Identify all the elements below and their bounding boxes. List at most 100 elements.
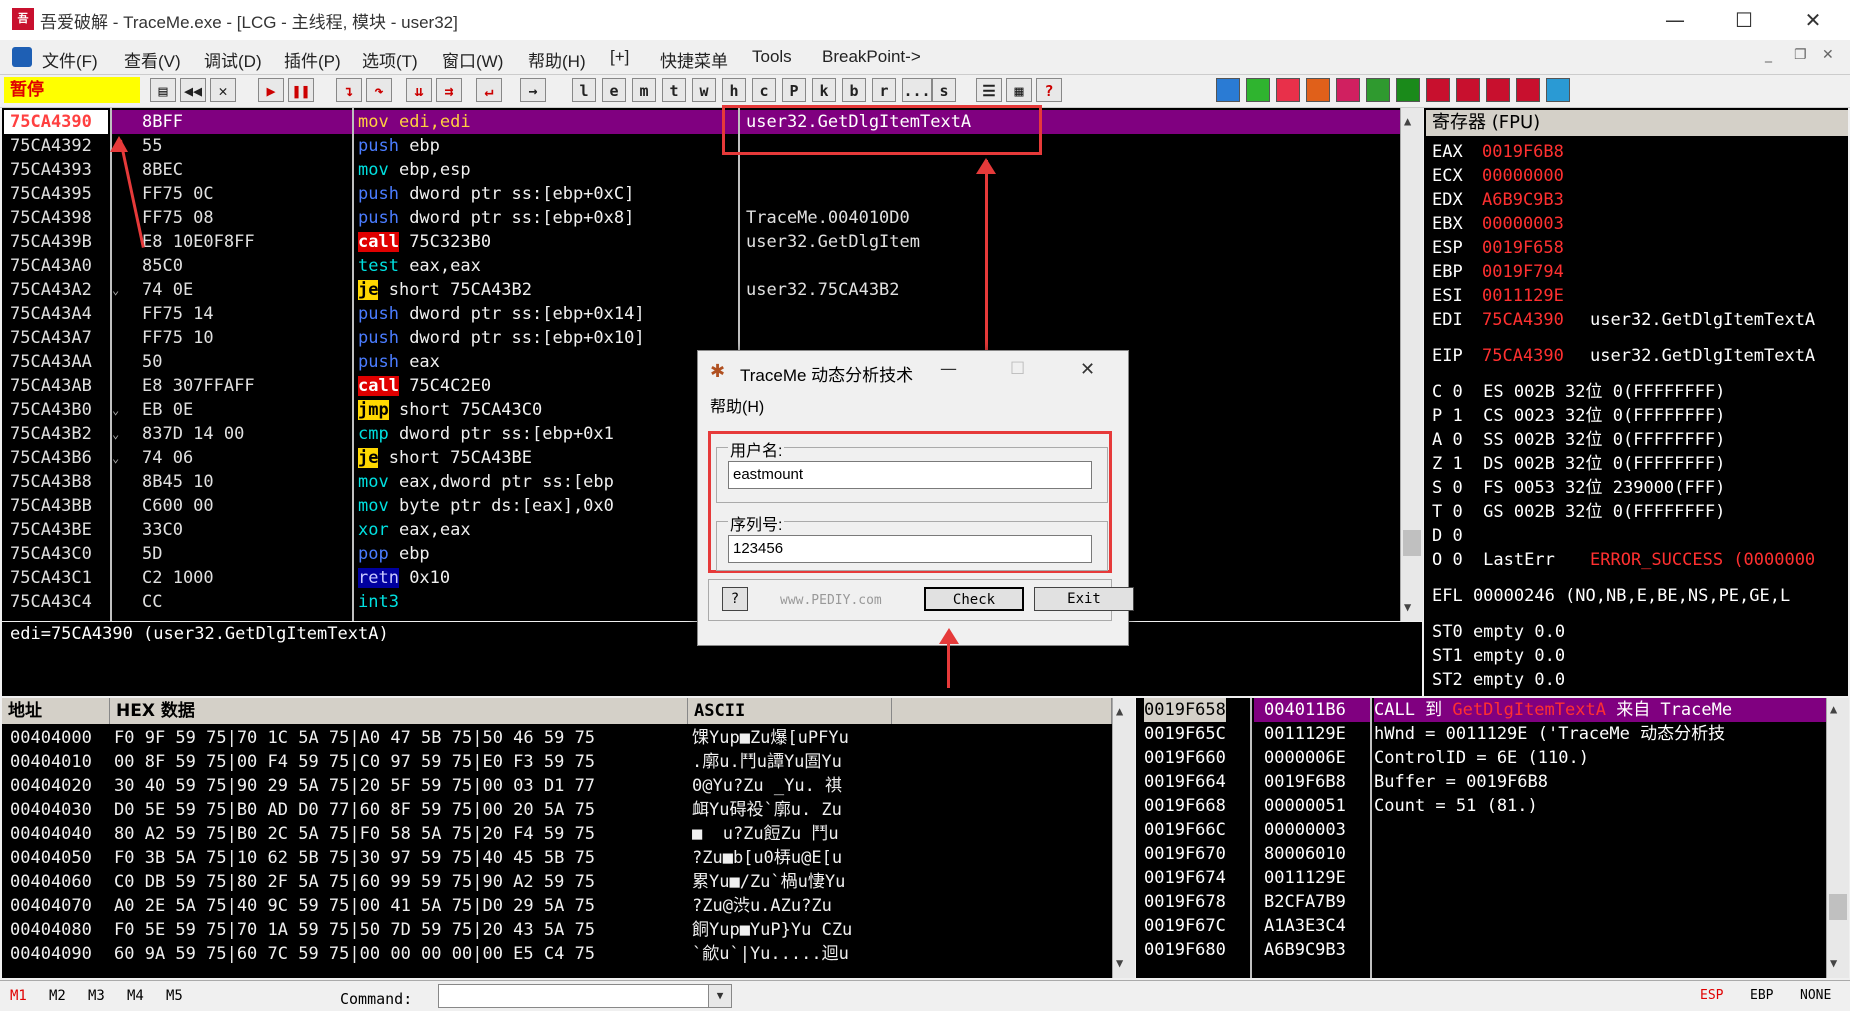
dump-hex[interactable]: 60 9A 59 75|60 7C 59 75|00 00 00 00|00 E…: [114, 942, 595, 966]
disasm-instruction[interactable]: je short 75CA43B2: [354, 278, 738, 302]
dump-ascii[interactable]: 0@Yu?Zu _Yu. 祺: [692, 774, 892, 798]
mdi-min-button[interactable]: _: [1765, 47, 1785, 67]
dialog-maximize-button[interactable]: ☐: [1010, 359, 1025, 379]
disasm-hex[interactable]: E8 10E0F8FF: [112, 230, 352, 254]
register-value[interactable]: 0019F6B8: [1482, 140, 1564, 164]
stack-value[interactable]: 0011129E: [1254, 722, 1370, 746]
stack-address[interactable]: 0019F658: [1144, 698, 1226, 722]
dump-address[interactable]: 00404070: [10, 894, 92, 918]
disasm-instruction[interactable]: push dword ptr ss:[ebp+0x14]: [354, 302, 738, 326]
dump-header-hex[interactable]: HEX 数据: [110, 698, 688, 724]
disasm-address[interactable]: 75CA43BE: [4, 518, 108, 542]
disasm-hex[interactable]: FF75 14: [112, 302, 352, 326]
dump-address[interactable]: 00404010: [10, 750, 92, 774]
flag-row[interactable]: Z 1 DS 002B 32位 0(FFFFFFFF): [1432, 452, 1725, 476]
pause-plugin-icon[interactable]: [1246, 78, 1270, 102]
disasm-hex[interactable]: CC: [112, 590, 352, 614]
disasm-hex[interactable]: 55: [112, 134, 352, 158]
stack-address[interactable]: 0019F67C: [1144, 914, 1226, 938]
stack-value[interactable]: 0000006E: [1254, 746, 1370, 770]
ai-icon[interactable]: [1456, 78, 1480, 102]
disasm-hex[interactable]: 5D: [112, 542, 352, 566]
stack-value[interactable]: 0011129E: [1254, 866, 1370, 890]
disasm-hex[interactable]: 8B45 10: [112, 470, 352, 494]
username-input[interactable]: eastmount: [728, 461, 1092, 489]
register-value[interactable]: 0011129E: [1482, 284, 1564, 308]
step-into-icon[interactable]: ↴: [336, 78, 362, 102]
toolbar-letter-button[interactable]: l: [572, 78, 596, 102]
stack-address[interactable]: 0019F674: [1144, 866, 1226, 890]
dump-hex[interactable]: A0 2E 5A 75|40 9C 59 75|00 41 5A 75|D0 2…: [114, 894, 595, 918]
dump-hex[interactable]: 80 A2 59 75|B0 2C 5A 75|F0 58 5A 75|20 F…: [114, 822, 595, 846]
dump-hex[interactable]: D0 5E 59 75|B0 AD D0 77|60 8F 59 75|00 2…: [114, 798, 595, 822]
disasm-hex[interactable]: C600 00: [112, 494, 352, 518]
stack-address[interactable]: 0019F65C: [1144, 722, 1226, 746]
register-value[interactable]: 00000000: [1482, 164, 1564, 188]
dump-header-addr[interactable]: 地址: [2, 698, 110, 724]
disasm-instruction[interactable]: push dword ptr ss:[ebp+0x8]: [354, 206, 738, 230]
maximize-button[interactable]: ☐: [1714, 0, 1774, 40]
menu-item[interactable]: [+]: [610, 47, 629, 67]
goto-icon[interactable]: →: [520, 78, 546, 102]
disasm-comment[interactable]: TraceMe.004010D0: [740, 206, 1400, 230]
dump-scrollbar[interactable]: ▲ ▼: [1112, 698, 1135, 978]
menu-item[interactable]: 文件(F): [42, 47, 98, 72]
disasm-address[interactable]: 75CA439B: [4, 230, 108, 254]
dump-ascii[interactable]: ■ u?Zu餖Zu 鬥u: [692, 822, 892, 846]
disasm-address[interactable]: 75CA43BB: [4, 494, 108, 518]
stack-address[interactable]: 0019F664: [1144, 770, 1226, 794]
trace-into-icon[interactable]: ⇊: [406, 78, 432, 102]
close-button[interactable]: ✕: [1783, 0, 1843, 40]
fpu-st-row[interactable]: ST2 empty 0.0: [1432, 668, 1565, 692]
mark-button[interactable]: M3: [88, 988, 105, 1004]
disasm-instruction[interactable]: push dword ptr ss:[ebp+0xC]: [354, 182, 738, 206]
disasm-hex[interactable]: FF75 08: [112, 206, 352, 230]
flag-row[interactable]: C 0 ES 002B 32位 0(FFFFFFFF): [1432, 380, 1725, 404]
minimize-button[interactable]: —: [1645, 0, 1705, 40]
flag-row[interactable]: S 0 FS 0053 32位 239000(FFF): [1432, 476, 1725, 500]
stack-value[interactable]: 80006010: [1254, 842, 1370, 866]
disasm-address[interactable]: 75CA43A7: [4, 326, 108, 350]
disasm-hex[interactable]: EB 0E: [112, 398, 352, 422]
run-icon[interactable]: ▶: [258, 78, 284, 102]
stack-value[interactable]: A6B9C9B3: [1254, 938, 1370, 962]
toolbar-letter-button[interactable]: c: [752, 78, 776, 102]
disasm-address[interactable]: 75CA4395: [4, 182, 108, 206]
toolbar-letter-button[interactable]: P: [782, 78, 806, 102]
command-input[interactable]: ▼: [438, 984, 732, 1008]
menu-item[interactable]: 选项(T): [362, 47, 418, 72]
step-over-icon[interactable]: ↷: [366, 78, 392, 102]
close-icon[interactable]: ✕: [210, 78, 236, 102]
flag-row[interactable]: P 1 CS 0023 32位 0(FFFFFFFF): [1432, 404, 1725, 428]
menu-item[interactable]: 插件(P): [284, 47, 341, 72]
menu-item[interactable]: Tools: [752, 47, 792, 67]
toolbar-letter-button[interactable]: s: [932, 78, 956, 102]
flag-row[interactable]: O 0 LastErr: [1432, 548, 1565, 572]
disasm-address[interactable]: 75CA43B2: [4, 422, 108, 446]
dump-hex[interactable]: C0 DB 59 75|80 2F 5A 75|60 99 59 75|90 A…: [114, 870, 595, 894]
help-button[interactable]: ?: [722, 587, 748, 611]
mark-button[interactable]: M4: [127, 988, 144, 1004]
disasm-hex[interactable]: 74 06: [112, 446, 352, 470]
menu-item[interactable]: 查看(V): [124, 47, 181, 72]
disasm-comment[interactable]: user32.75CA43B2: [740, 278, 1400, 302]
disasm-address[interactable]: 75CA4390: [4, 110, 108, 134]
disasm-address[interactable]: 75CA4392: [4, 134, 108, 158]
disasm-comment[interactable]: [740, 182, 1400, 206]
dump-ascii[interactable]: .廓u.鬥u譚Yu圄Yu: [692, 750, 892, 774]
check-button[interactable]: Check: [924, 587, 1024, 611]
disasm-comment[interactable]: [740, 158, 1400, 182]
disasm-address[interactable]: 75CA4393: [4, 158, 108, 182]
toolbar-letter-button[interactable]: t: [662, 78, 686, 102]
disasm-address[interactable]: 75CA43A2: [4, 278, 108, 302]
dump-ascii[interactable]: `歈u`|Yu.....迴u: [692, 942, 892, 966]
dump-hex[interactable]: 30 40 59 75|90 29 5A 75|20 5F 59 75|00 0…: [114, 774, 595, 798]
disasm-hex[interactable]: 33C0: [112, 518, 352, 542]
open-icon[interactable]: ▤: [150, 78, 176, 102]
stack-address[interactable]: 0019F668: [1144, 794, 1226, 818]
stack-address[interactable]: 0019F660: [1144, 746, 1226, 770]
toolbar-letter-button[interactable]: e: [602, 78, 626, 102]
po-icon[interactable]: [1486, 78, 1510, 102]
stack-address[interactable]: 0019F66C: [1144, 818, 1226, 842]
dump-hex[interactable]: F0 5E 59 75|70 1A 59 75|50 7D 59 75|20 4…: [114, 918, 595, 942]
